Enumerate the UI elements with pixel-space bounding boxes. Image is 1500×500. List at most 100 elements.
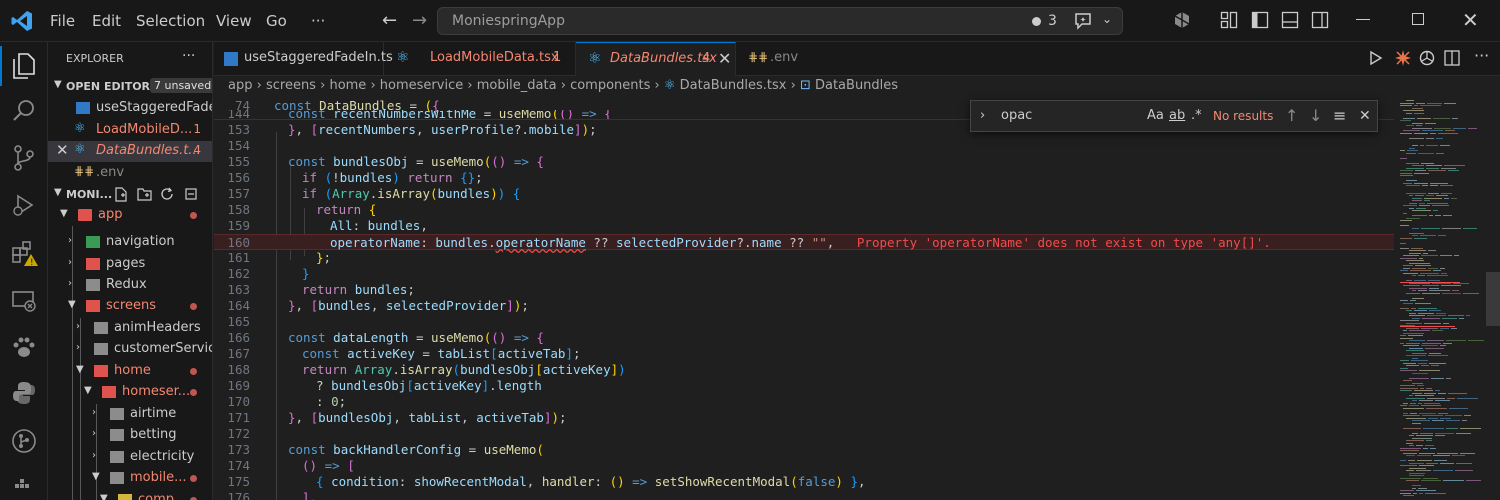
toggle-primary-sidebar-icon[interactable] (1251, 11, 1269, 29)
git-graph-icon[interactable] (11, 428, 37, 454)
code-line[interactable]: 172 (214, 426, 1394, 442)
split-editor-icon[interactable] (1444, 50, 1460, 66)
code-line[interactable]: 173 const backHandlerConfig = useMemo( (214, 442, 1394, 458)
extensions-warning-icon[interactable]: ! (11, 240, 39, 268)
tree-folder-mobile-data[interactable]: ▼ mobile... (48, 468, 212, 489)
code-line[interactable]: 163 return bundles; (214, 282, 1394, 298)
open-editor-item[interactable]: ⋕⋕ .env (48, 163, 212, 184)
minimize-icon[interactable] (1356, 19, 1370, 20)
code-line[interactable]: 169? bundlesObj[activeKey].length (214, 378, 1394, 394)
open-editor-item-active[interactable]: ✕ ⚛ DataBundles.t... 4 (48, 141, 212, 162)
python-icon[interactable] (11, 380, 37, 406)
breadcrumb-item[interactable]: DataBundles.tsx (680, 78, 787, 93)
toggle-panel-icon[interactable] (1281, 11, 1299, 29)
refresh-icon[interactable] (160, 187, 174, 201)
openai-icon[interactable] (1419, 50, 1435, 66)
sparkle-icon[interactable] (1394, 50, 1412, 66)
menu-file[interactable]: File (50, 12, 75, 30)
copilot-icon[interactable] (1173, 11, 1191, 29)
explorer-icon[interactable] (11, 52, 37, 80)
breadcrumb-item[interactable]: home (329, 78, 366, 93)
command-center[interactable]: MoniespringApp 3 ⌄ (437, 7, 1123, 35)
forward-arrow-icon[interactable]: → (412, 10, 427, 31)
close-editor-icon[interactable]: ✕ (56, 141, 69, 159)
breadcrumb-item[interactable]: components (570, 78, 650, 93)
breadcrumb-item[interactable]: app (228, 78, 252, 93)
breadcrumb-item[interactable]: screens (266, 78, 316, 93)
tree-folder-home[interactable]: ▼ home (48, 361, 212, 382)
breadcrumb-item[interactable]: DataBundles (815, 78, 898, 93)
minimap-slider[interactable] (1486, 272, 1500, 326)
tree-folder-customerservice[interactable]: › customerService (48, 339, 212, 360)
tab-usestaggeredfadein[interactable]: useStaggeredFadeIn.ts (214, 42, 393, 76)
tree-folder-electricity[interactable]: › electricity (48, 447, 212, 468)
regex-toggle-icon[interactable]: .* (1191, 108, 1202, 123)
back-arrow-icon[interactable]: ← (382, 10, 397, 31)
code-line[interactable]: 168 return Array.isArray(bundlesObj[activ… (214, 362, 1394, 378)
code-line[interactable]: 165 (214, 314, 1394, 330)
chevron-right-icon[interactable]: › (980, 108, 985, 123)
code-line[interactable]: 170: 0; (214, 394, 1394, 410)
minimap[interactable] (1394, 96, 1500, 500)
remote-explorer-icon[interactable] (11, 288, 37, 314)
tree-folder-betting[interactable]: › betting (48, 425, 212, 446)
match-whole-word-toggle[interactable]: ab (1169, 108, 1185, 123)
paw-icon[interactable] (11, 334, 37, 360)
new-file-icon[interactable] (114, 187, 128, 202)
next-match-icon[interactable]: ↓ (1309, 106, 1322, 125)
find-in-selection-icon[interactable]: ≡ (1333, 106, 1346, 125)
customize-layout-icon[interactable] (1220, 11, 1238, 29)
restore-icon[interactable] (1412, 13, 1424, 25)
code-line[interactable]: 175{ condition: showRecentModal, handler… (214, 474, 1394, 490)
menu-go[interactable]: Go (266, 12, 287, 30)
tree-folder-airtime[interactable]: › airtime (48, 404, 212, 425)
tree-folder-screens[interactable]: ▼ screens (48, 296, 212, 317)
menu-view[interactable]: View (216, 12, 252, 30)
tree-folder-navigation[interactable]: › navigation (48, 232, 212, 253)
tree-folder-components[interactable]: ▼ comp... (48, 490, 212, 500)
code-line[interactable]: 171}, [bundlesObj, tabList, activeTab]); (214, 410, 1394, 426)
code-line[interactable]: 164}, [bundles, selectedProvider]); (214, 298, 1394, 314)
match-case-toggle[interactable]: Aa (1147, 108, 1164, 123)
tab-databundles[interactable]: ⚛ DataBundles.tsx 4 ✕ (576, 42, 736, 76)
menu-selection[interactable]: Selection (136, 12, 205, 30)
chevron-down-icon[interactable]: ⌄ (1102, 12, 1112, 26)
breadcrumb-item[interactable]: homeservice (380, 78, 463, 93)
tab-env[interactable]: ⋕⋕ .env (736, 42, 816, 76)
code-line[interactable]: 158 return { (214, 202, 1394, 218)
collapse-all-icon[interactable] (184, 187, 198, 201)
code-line[interactable]: 166 const dataLength = useMemo(() => { (214, 330, 1394, 346)
toggle-secondary-sidebar-icon[interactable] (1311, 11, 1329, 29)
menu-more[interactable]: ··· (311, 12, 325, 30)
code-line[interactable]: 174() => [ (214, 458, 1394, 474)
code-line[interactable]: 156 if (!bundles) return {}; (214, 170, 1394, 186)
close-tab-icon[interactable]: ✕ (718, 49, 731, 68)
project-header[interactable]: ▼ MONI... (48, 184, 212, 205)
more-actions-icon[interactable]: ··· (1474, 46, 1489, 65)
code-line[interactable]: 162} (214, 266, 1394, 282)
code-line[interactable]: 159 All: bundles, (214, 218, 1394, 234)
tree-folder-redux[interactable]: › Redux (48, 275, 212, 296)
close-find-icon[interactable]: ✕ (1359, 108, 1371, 124)
code-line[interactable]: 161}; (214, 250, 1394, 266)
menu-edit[interactable]: Edit (92, 12, 121, 30)
code-line[interactable]: 154 (214, 138, 1394, 154)
code-line[interactable]: 155 const bundlesObj = useMemo(() => { (214, 154, 1394, 170)
docker-icon[interactable] (11, 476, 37, 498)
code-editor[interactable]: 74 const DataBundles = ({ 144 const recent… (214, 96, 1394, 500)
open-editor-item[interactable]: ⚛ LoadMobileD... 1 (48, 120, 212, 141)
code-line[interactable]: 157 if (Array.isArray(bundles)) { (214, 186, 1394, 202)
code-line[interactable]: 167 const activeKey = tabList[activeTab]; (214, 346, 1394, 362)
new-folder-icon[interactable] (137, 187, 152, 201)
breadcrumb-item[interactable]: mobile_data (477, 78, 557, 93)
previous-match-icon[interactable]: ↑ (1285, 106, 1298, 125)
open-editor-item[interactable]: useStaggeredFadeI... (48, 98, 212, 119)
tree-folder-homeservice[interactable]: ▼ homeser... (48, 382, 212, 403)
search-icon[interactable] (11, 98, 37, 124)
code-line-error[interactable]: 160 operatorName: bundles.operatorName ??… (214, 234, 1394, 250)
tree-folder-app[interactable]: ▼ app (48, 205, 212, 226)
run-icon[interactable] (1368, 50, 1384, 66)
tree-folder-animheaders[interactable]: › animHeaders (48, 318, 212, 339)
source-control-icon[interactable] (11, 144, 37, 172)
tab-loadmobiledata[interactable]: ⚛ LoadMobileData.tsx 1 (384, 42, 576, 76)
